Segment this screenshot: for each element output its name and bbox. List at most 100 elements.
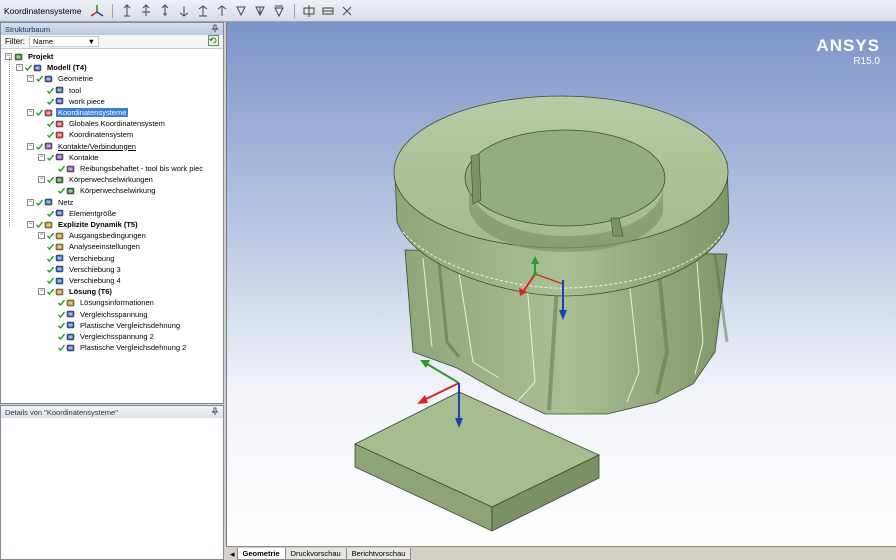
tree-node-icon <box>55 276 65 286</box>
tree-item[interactable]: work piece <box>38 96 107 107</box>
status-check-icon <box>47 98 54 105</box>
pin-icon[interactable] <box>211 24 219 34</box>
collapse-toggle-icon[interactable]: − <box>16 64 23 72</box>
tree-item[interactable]: − Netz <box>27 197 75 208</box>
collapse-toggle-icon[interactable]: − <box>27 142 34 150</box>
tree-item[interactable]: − Modell (T4) <box>16 62 89 73</box>
dropdown-arrow-icon: ▼ <box>87 37 95 46</box>
tree-item-label: Geometrie <box>58 74 94 84</box>
flip-x-icon[interactable] <box>232 3 250 19</box>
details-panel: Details von "Koordinatensysteme" <box>0 405 224 560</box>
tab-scroll-icon[interactable]: ◂ <box>230 549 235 560</box>
tree-node-icon <box>55 96 65 106</box>
tree-item[interactable]: − Explizite Dynamik (T5) <box>27 219 140 230</box>
tree-item[interactable]: Koordinatensystem <box>38 129 135 140</box>
tree-item-label: Verschiebung 4 <box>69 276 121 285</box>
status-check-icon <box>25 64 32 72</box>
collapse-toggle-icon[interactable]: − <box>38 288 45 296</box>
tree-item[interactable]: Plastische Vergleichsdehnung <box>49 320 182 331</box>
tree-node-icon <box>55 253 65 263</box>
tree-node-icon <box>66 332 76 342</box>
align-x-icon[interactable] <box>118 3 136 19</box>
model-scene[interactable] <box>227 22 896 546</box>
flip-y-icon[interactable] <box>251 3 269 19</box>
tree-item[interactable]: Analyseeinstellungen <box>38 241 142 252</box>
tree-item[interactable]: − Lösung (T6) <box>38 286 114 297</box>
refresh-icon[interactable] <box>208 35 219 48</box>
tree-item-label: Koordinatensystem <box>69 130 134 140</box>
tree-item[interactable]: Plastische Vergleichsdehnung 2 <box>49 342 188 353</box>
status-check-icon <box>58 299 65 307</box>
status-check-icon <box>36 143 43 150</box>
toolbar-divider <box>111 3 113 18</box>
align-z-icon[interactable] <box>156 3 174 19</box>
rotate-z-icon[interactable] <box>213 3 231 19</box>
tree-item-label: Vergleichsspannung 2 <box>80 332 154 341</box>
tree-item-label: Verschiebung 3 <box>69 264 121 274</box>
collapse-toggle-icon[interactable]: − <box>27 109 34 116</box>
tree-item[interactable]: − Kontakte <box>38 152 101 163</box>
collapse-toggle-icon[interactable]: − <box>38 153 45 161</box>
align-y-icon[interactable] <box>137 3 155 19</box>
tree-node-icon <box>44 197 54 207</box>
status-check-icon <box>47 243 54 251</box>
tree-item-label: Explizite Dynamik (T5) <box>58 220 138 229</box>
tree-item[interactable]: − Ausgangsbedingungen <box>38 230 148 241</box>
tree-item-label: Körperwechselwirkung <box>80 186 156 196</box>
status-check-icon <box>47 210 54 217</box>
tree-item[interactable]: Globales Koordinatensystem <box>38 118 167 129</box>
status-check-icon <box>36 199 43 206</box>
filter-dropdown[interactable]: Name ▼ <box>29 36 99 47</box>
clear-icon[interactable] <box>338 3 356 19</box>
tree-item[interactable]: Vergleichsspannung 2 <box>49 331 156 342</box>
tree-item-label: Plastische Vergleichsdehnung 2 <box>80 343 187 353</box>
status-check-icon <box>36 109 43 116</box>
tree-item-label: Modell (T4) <box>47 63 87 73</box>
tree-item[interactable]: Elementgröße <box>38 208 118 219</box>
reset-icon[interactable] <box>319 3 337 19</box>
tree-item[interactable]: Reibungsbehaftet - tool bis work piec <box>49 163 205 174</box>
tree-item[interactable]: − Projekt <box>5 51 55 62</box>
tree-item[interactable]: − Koordinatensysteme <box>27 107 130 118</box>
move-icon[interactable] <box>300 3 318 19</box>
status-check-icon <box>58 333 65 340</box>
status-check-icon <box>47 277 54 284</box>
tree-item[interactable]: Körperwechselwirkung <box>49 185 157 196</box>
tab-berichtvorschau[interactable]: Berichtvorschau <box>345 548 412 560</box>
tab-label: Berichtvorschau <box>351 549 406 558</box>
collapse-toggle-icon[interactable]: − <box>27 221 34 228</box>
tree-node-icon <box>66 343 76 353</box>
tree-item[interactable]: − Geometrie <box>27 73 95 84</box>
collapse-toggle-icon[interactable]: − <box>38 232 45 240</box>
tree-item[interactable]: Verschiebung 4 <box>38 275 123 286</box>
tree-item[interactable]: tool <box>38 85 83 96</box>
tree-item-label: Reibungsbehaftet - tool bis work piec <box>80 164 203 173</box>
status-check-icon <box>47 131 54 139</box>
tree-item[interactable]: − Körperwechselwirkungen <box>38 174 155 185</box>
flip-z-icon[interactable] <box>270 3 288 19</box>
collapse-toggle-icon[interactable]: − <box>27 198 34 206</box>
rotate-x-icon[interactable] <box>175 3 193 19</box>
rotate-y-icon[interactable] <box>194 3 212 19</box>
coordinate-system-icon[interactable] <box>88 3 106 19</box>
tree-item[interactable]: Verschiebung 3 <box>38 264 123 275</box>
status-check-icon <box>36 75 43 83</box>
tree-node-icon <box>55 208 65 218</box>
tree-item[interactable]: Lösungsinformationen <box>49 297 156 308</box>
pin-icon[interactable] <box>211 407 219 417</box>
collapse-toggle-icon[interactable]: − <box>38 176 45 184</box>
graphics-viewport[interactable]: ANSYS R15.0 <box>226 22 896 546</box>
tab-druckvorschau[interactable]: Druckvorschau <box>284 548 347 560</box>
status-check-icon <box>58 311 65 318</box>
tree-item-label: Elementgröße <box>69 208 117 218</box>
tree-item-label: tool <box>69 85 82 95</box>
tree-item[interactable]: − Kontakte/Verbindungen <box>27 141 138 152</box>
status-check-icon <box>47 266 54 273</box>
tree-item-label: Lösung (T6) <box>69 287 112 297</box>
tree-item[interactable]: Verschiebung <box>38 253 116 264</box>
tree-item[interactable]: Vergleichsspannung <box>49 309 150 320</box>
tool-body[interactable] <box>393 95 730 415</box>
tree-item-label: Körperwechselwirkungen <box>69 175 153 185</box>
tab-geometrie[interactable]: Geometrie <box>236 548 286 560</box>
collapse-toggle-icon[interactable]: − <box>27 75 34 83</box>
